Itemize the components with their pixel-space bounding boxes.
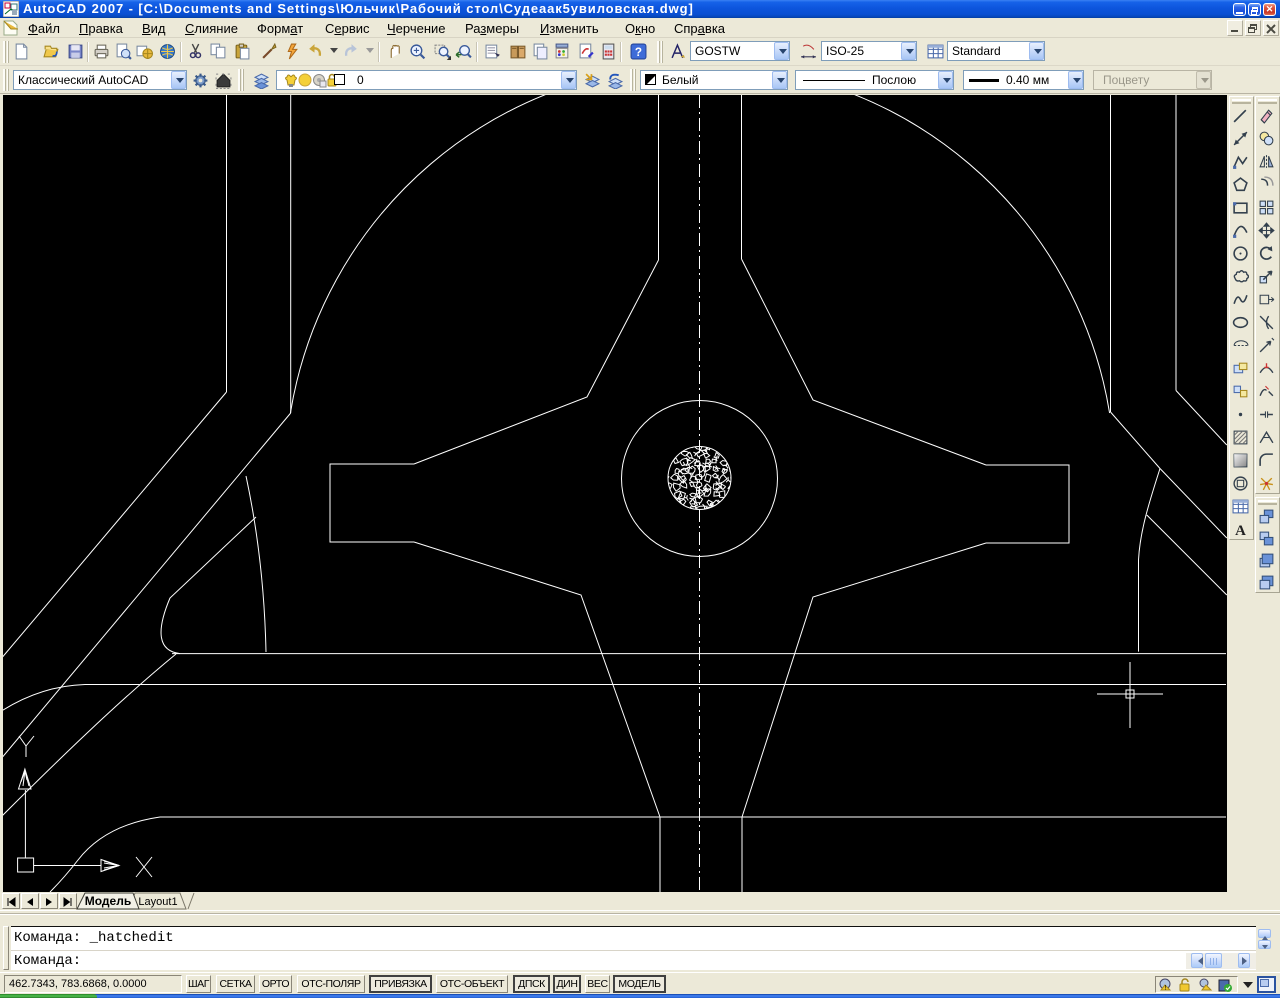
svg-text:?: ? xyxy=(635,46,642,59)
svg-text:A: A xyxy=(1235,523,1246,538)
svg-text:Модель: Модель xyxy=(85,894,131,908)
svg-text:Layout1: Layout1 xyxy=(138,896,177,908)
svg-text:!: ! xyxy=(1165,985,1167,992)
